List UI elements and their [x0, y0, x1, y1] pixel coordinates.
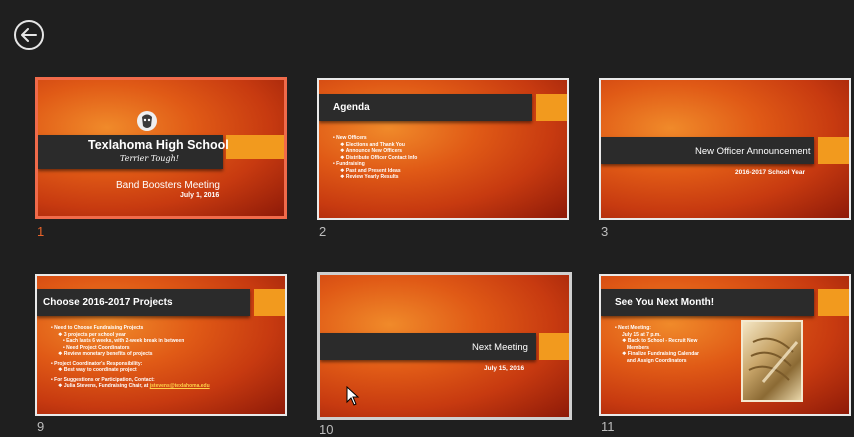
slide-thumbnail-11[interactable]: See You Next Month! • Next Meeting: July… [599, 274, 851, 434]
slide-title: Agenda [333, 102, 370, 113]
slide-number: 3 [601, 224, 609, 239]
slide-number: 2 [319, 224, 327, 239]
slide-number: 10 [319, 422, 334, 437]
back-button[interactable] [14, 20, 44, 50]
accent-block [818, 137, 849, 164]
bullet: and Assign Coordinators [627, 357, 687, 364]
slide-number: 9 [37, 419, 45, 434]
slide-subtitle: July 15, 2016 [484, 365, 525, 372]
mouse-cursor-icon [346, 386, 360, 406]
accent-block [226, 135, 284, 159]
slide-title: Next Meeting [472, 342, 528, 353]
spiral-notebook-icon [748, 337, 799, 383]
school-tagline: Terrier Tough! [120, 154, 179, 163]
slide-title: See You Next Month! [615, 297, 715, 308]
slide-preview: Choose 2016-2017 Projects • Need to Choo… [35, 274, 287, 416]
slide-thumbnail-9[interactable]: Choose 2016-2017 Projects • Need to Choo… [35, 274, 287, 434]
slide-preview: See You Next Month! • Next Meeting: July… [599, 274, 851, 416]
terrier-logo-icon [137, 111, 157, 131]
slide-bullets: • Next Meeting: July 15 at 7 p.m. ❖ Back… [615, 325, 699, 364]
slide-number: 11 [601, 419, 615, 434]
slide-number: 1 [37, 224, 45, 239]
slide-title: Band Boosters Meeting [116, 180, 220, 191]
slide-subtitle: July 1, 2016 [180, 192, 220, 199]
accent-block [536, 94, 567, 121]
bullet: ❖ Julia Stevens, Fundraising Chair, at j… [58, 383, 210, 389]
arrow-left-icon [21, 28, 37, 42]
accent-block [254, 289, 285, 316]
notebook-photo [741, 320, 803, 402]
slide-thumbnail-3[interactable]: New Officer Announcement 2016-2017 Schoo… [599, 78, 851, 239]
accent-block [539, 333, 569, 360]
slide-preview: Texlahoma High School Terrier Tough! Ban… [35, 77, 287, 219]
slide-bullets: • Need to Choose Fundraising Projects ❖ … [51, 325, 210, 390]
contact-email-link[interactable]: jstevens@texlahoma.edu [150, 383, 210, 389]
bullet: ❖ Review Yearly Results [340, 174, 399, 180]
slide-bullets: • New Officers ❖ Elections and Thank You… [333, 135, 417, 181]
slide-subtitle: 2016-2017 School Year [735, 169, 805, 176]
accent-block [818, 289, 849, 316]
slide-thumbnail-1[interactable]: Texlahoma High School Terrier Tough! Ban… [35, 77, 287, 239]
slide-preview: Agenda • New Officers ❖ Elections and Th… [317, 78, 569, 220]
slide-thumbnail-2[interactable]: Agenda • New Officers ❖ Elections and Th… [317, 78, 569, 239]
slide-title: Choose 2016-2017 Projects [43, 297, 173, 308]
school-name: Texlahoma High School [88, 138, 229, 152]
slide-title: New Officer Announcement [695, 146, 811, 157]
slide-preview: New Officer Announcement 2016-2017 Schoo… [599, 78, 851, 220]
